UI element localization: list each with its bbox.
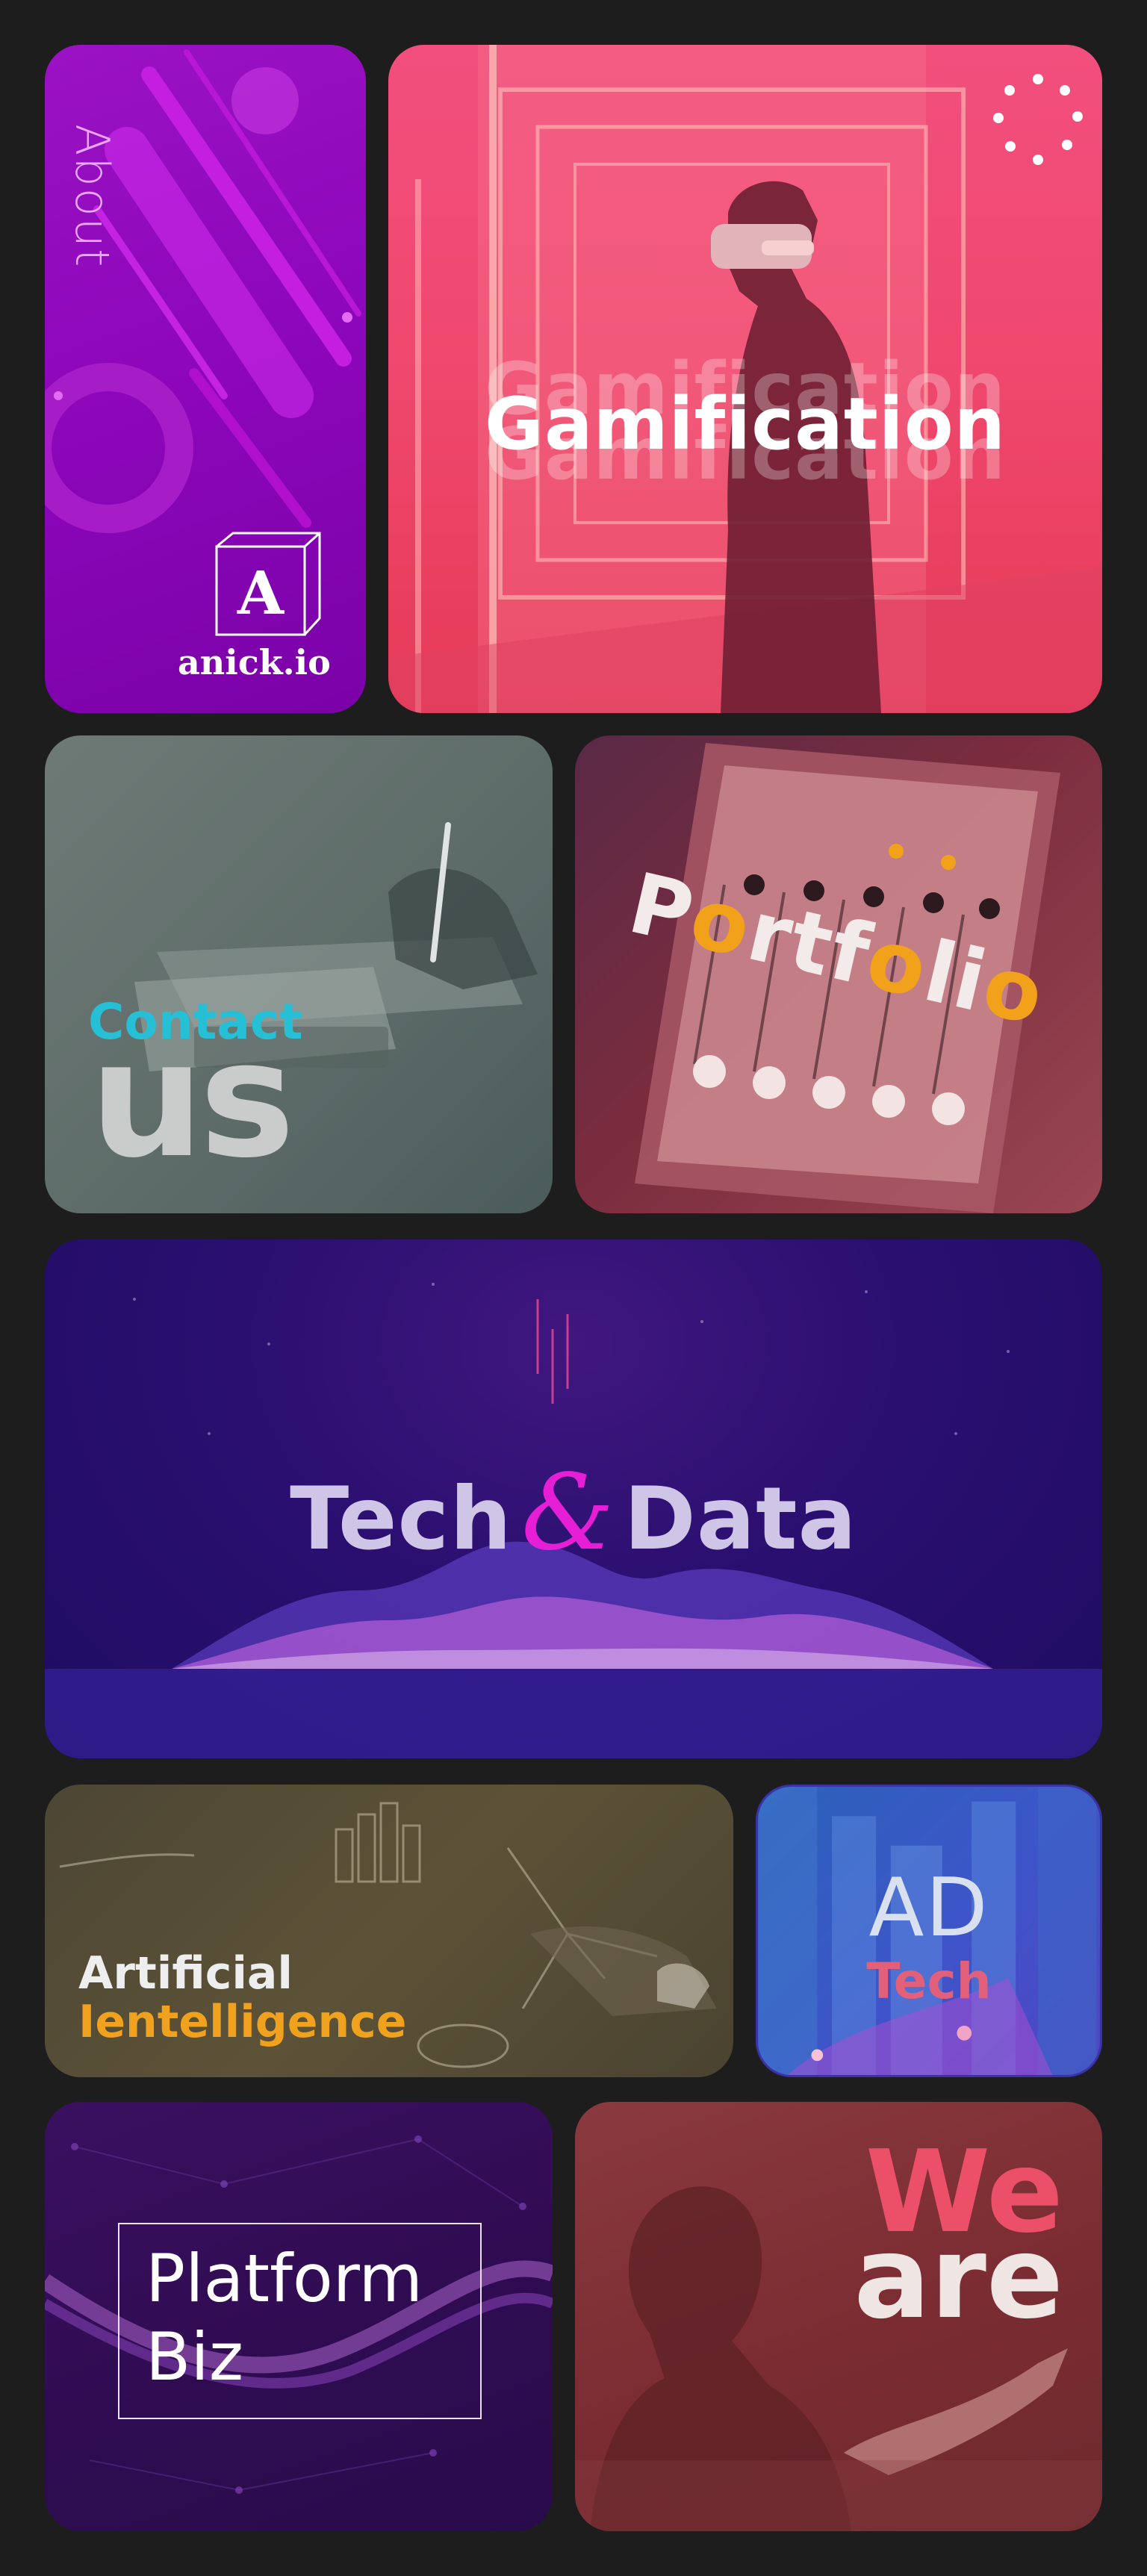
portfolio-card[interactable]: Portfolio: [575, 735, 1102, 1213]
tech-label: Tech: [290, 1469, 512, 1569]
ampersand: &: [520, 1452, 615, 1574]
contact-card[interactable]: Contact us: [45, 735, 553, 1213]
gamification-card[interactable]: Gamification Gamification Gamification: [388, 45, 1102, 713]
platform-title-line1: Platform: [146, 2240, 423, 2317]
platform-biz-card[interactable]: Platform Biz: [45, 2102, 553, 2531]
about-label: About: [65, 124, 119, 269]
are-label: are: [854, 2212, 1063, 2344]
ai-title-line2: Ientelligence: [78, 1996, 407, 2048]
ad-title: AD: [868, 1861, 989, 1955]
artificial-intelligence-card[interactable]: Artificial Ientelligence: [45, 1785, 733, 2077]
loading-spinner-icon: [993, 74, 1083, 165]
we-are-card[interactable]: We are: [575, 2102, 1102, 2531]
tech-data-title: Tech& Data: [45, 1452, 1102, 1574]
tech-subtitle: Tech: [866, 1953, 992, 2010]
contact-us-label: us: [90, 1006, 295, 1193]
ai-title-line1: Artificial: [78, 1947, 293, 2000]
anick-logo-icon: A: [215, 532, 321, 636]
gamification-title: Gamification: [485, 382, 1006, 466]
tech-data-card[interactable]: Tech& Data: [45, 1239, 1102, 1758]
brand-name: anick.io: [178, 642, 331, 682]
svg-text:A: A: [237, 558, 285, 628]
platform-title-line2: Biz: [146, 2318, 244, 2395]
data-label: Data: [624, 1469, 857, 1569]
ad-tech-card[interactable]: AD Tech: [756, 1785, 1102, 2077]
about-card[interactable]: About A anick.io: [45, 45, 366, 713]
